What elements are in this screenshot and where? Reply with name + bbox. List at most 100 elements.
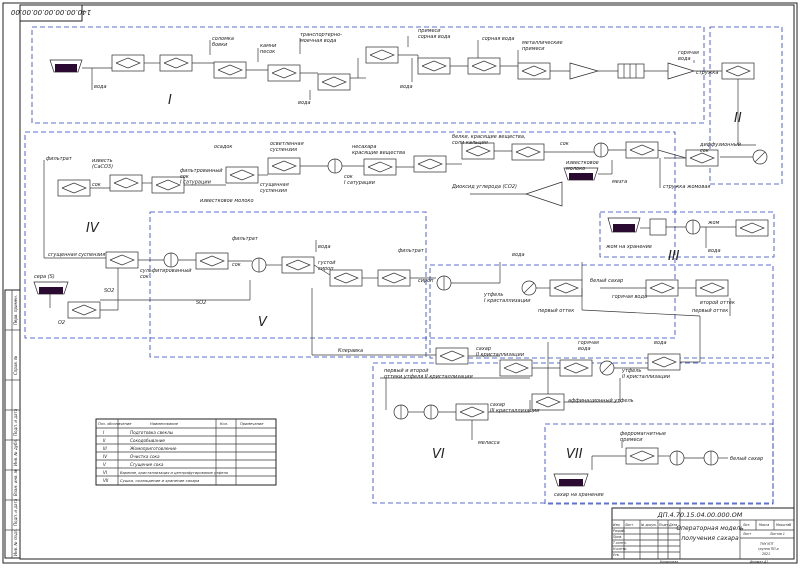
label-voda-4: вода [318,244,331,250]
legend-header-name: Наименование [150,422,179,426]
label-diff-sok: диффузионный сок [699,142,742,154]
legend-row-pos: II [103,438,106,443]
zone-label-6: VI [432,447,445,462]
zone-label-1: I [168,93,172,108]
label-melassa: меласса [478,440,500,446]
label-transport-water: транспортерно-моечная вода [300,32,342,44]
label-sera: сера (S) [34,274,55,280]
sidebar-cell: Взам. инв. № [13,469,18,496]
label-izvest: известь (CaCO3) [92,158,113,170]
titleblock-cell: Подп. [659,523,669,527]
label-filtrat-3: фильтрат [398,248,425,254]
rotated-stamp-code: 140.00.00.00.00.00.00 [10,8,91,16]
zone-label-7: VII [566,447,583,462]
label-so2-a: SO2 [104,288,114,294]
titleblock-kopir: Копировал [660,560,678,564]
legend-table [95,418,277,486]
label-sgush-susp: сгущенная суспензия [48,252,105,258]
titleblock-cell: Н.контр. [613,547,627,551]
legend-row-name: Сокодобывание [130,438,165,443]
process-flow-drawing: Перв. примен. Справ. № Подп. и дата Инв.… [0,0,800,566]
legend-row-pos: V [103,462,107,467]
legend-row-name: Сушка, охлаждение и хранение сахара [120,478,200,483]
crystallization-equipment [380,262,731,440]
legend-row-pos: IV [103,454,108,459]
label-struzhka: стружка [696,70,718,76]
label-pervy-ottek-1: первый оттек [538,308,574,314]
drawing-title-line-2: получения сахара [681,535,739,542]
zone-label-3: III [668,249,680,264]
label-nesahar: несахара красящие вещества [352,144,405,156]
titleblock-cell: Лист [624,523,633,527]
titleblock-cell: Утв. [613,553,620,557]
titleblock-cell: Разраб. [613,529,626,533]
titleblock-cell: Т.контр. [613,541,627,545]
titleblock-cell: Масштаб [776,523,791,527]
label-sok-sat: сок I сатурации [344,174,376,186]
label-gust-susp: сгущенная суспензия [260,182,289,194]
label-filtrat-2: фильтрат [232,236,259,242]
label-voda-1: вода [94,84,107,90]
label-primesi-1: примеси сорная вода [418,28,450,40]
label-voda-3: вода [400,84,413,90]
label-sornaya-voda: сорная вода [482,36,514,42]
legend-row-name: Очистка сока [130,454,160,459]
legend-row-name: Варение, кристаллизация и центрифугирова… [120,471,229,475]
label-voda-5: вода [512,252,525,258]
titleblock-cell: Изм. [613,523,621,527]
legend-row-pos: I [103,430,105,435]
label-solomka: соломка бовки [212,36,234,48]
label-bely-sahar-1: белый сахар [590,278,623,284]
titleblock-cell: Дата [668,523,677,527]
stamp-code: ДП.4.70.15.04.00.000.ОМ [657,511,743,519]
label-voda-7: вода [654,340,667,346]
label-zhom: жом [707,220,720,226]
legend-row-pos: VII [103,478,109,483]
legend-row-name: Подготовка свеклы [130,430,174,435]
label-affin: аффинационный утфель [568,398,634,404]
titleblock-cell: Лист [742,532,751,536]
label-o2: O2 [58,320,65,326]
label-ferro: ферромагнитные примеси [620,431,666,443]
label-gor-voda-3: горячая вода [578,340,599,352]
zone-label-4: IV [86,221,100,236]
label-vtoroi-ottek: второй оттек [700,300,735,306]
legend-header-qty: Кол. [220,422,228,426]
zone-2-equipment [659,79,768,188]
label-pervy-ottek-2: первый оттек [692,308,728,314]
label-bely-sahar-2: белый сахар [730,456,763,462]
legend-row-pos: VI [103,470,108,475]
label-sirop-2: сироп [418,278,434,284]
legend-header-pos: Поз. обозначение [98,422,132,426]
label-osadok: осадок [214,144,232,150]
label-kleravka: Клеравка [338,348,363,354]
label-metall: металлические примеси [522,40,563,52]
zone-1-equipment [49,36,755,100]
label-utfel-1: утфель I кристаллизации [483,292,531,304]
legend-row-pos: III [103,446,107,451]
label-sahar-hran: сахар на хранение [554,492,604,498]
drawing-title-line-1: Операторная модель [676,525,744,532]
label-osv-susp: осветленная суспензия [270,141,304,153]
label-izv-moloko-1: известковое молоко [200,198,254,204]
label-voda-6: вода [708,248,721,254]
label-sok-2: сок [560,141,569,147]
legend-row-name: Жомоприготовление [129,446,177,451]
legend-header-note: Примечание [240,422,264,426]
titleblock-cell: Масса [759,523,769,527]
label-sok-3: сок [232,262,241,268]
label-mezga: мезга [612,179,627,185]
titleblock-cell: Пров. [613,535,622,539]
sidebar-cell: Перв. примен. [13,295,18,325]
label-diox: Диоксид углерода (CO2) [451,184,517,190]
sidebar-cell: Подп. и дата [13,408,18,436]
label-sok-1: сок [92,182,101,188]
legend-row-name: Сгущение сока [130,462,164,467]
sidebar-cell: Справ. № [13,356,18,375]
label-sahar-2: сахар II кристаллизации [476,346,525,358]
titleblock-org: ТНУ УПТ [760,542,775,546]
label-voda-2: вода [298,100,311,106]
label-so2-b: SO2 [196,300,206,306]
label-struzhka-zhom: стружка жомовая [663,184,710,190]
titleblock-cell: Лит. [742,523,750,527]
